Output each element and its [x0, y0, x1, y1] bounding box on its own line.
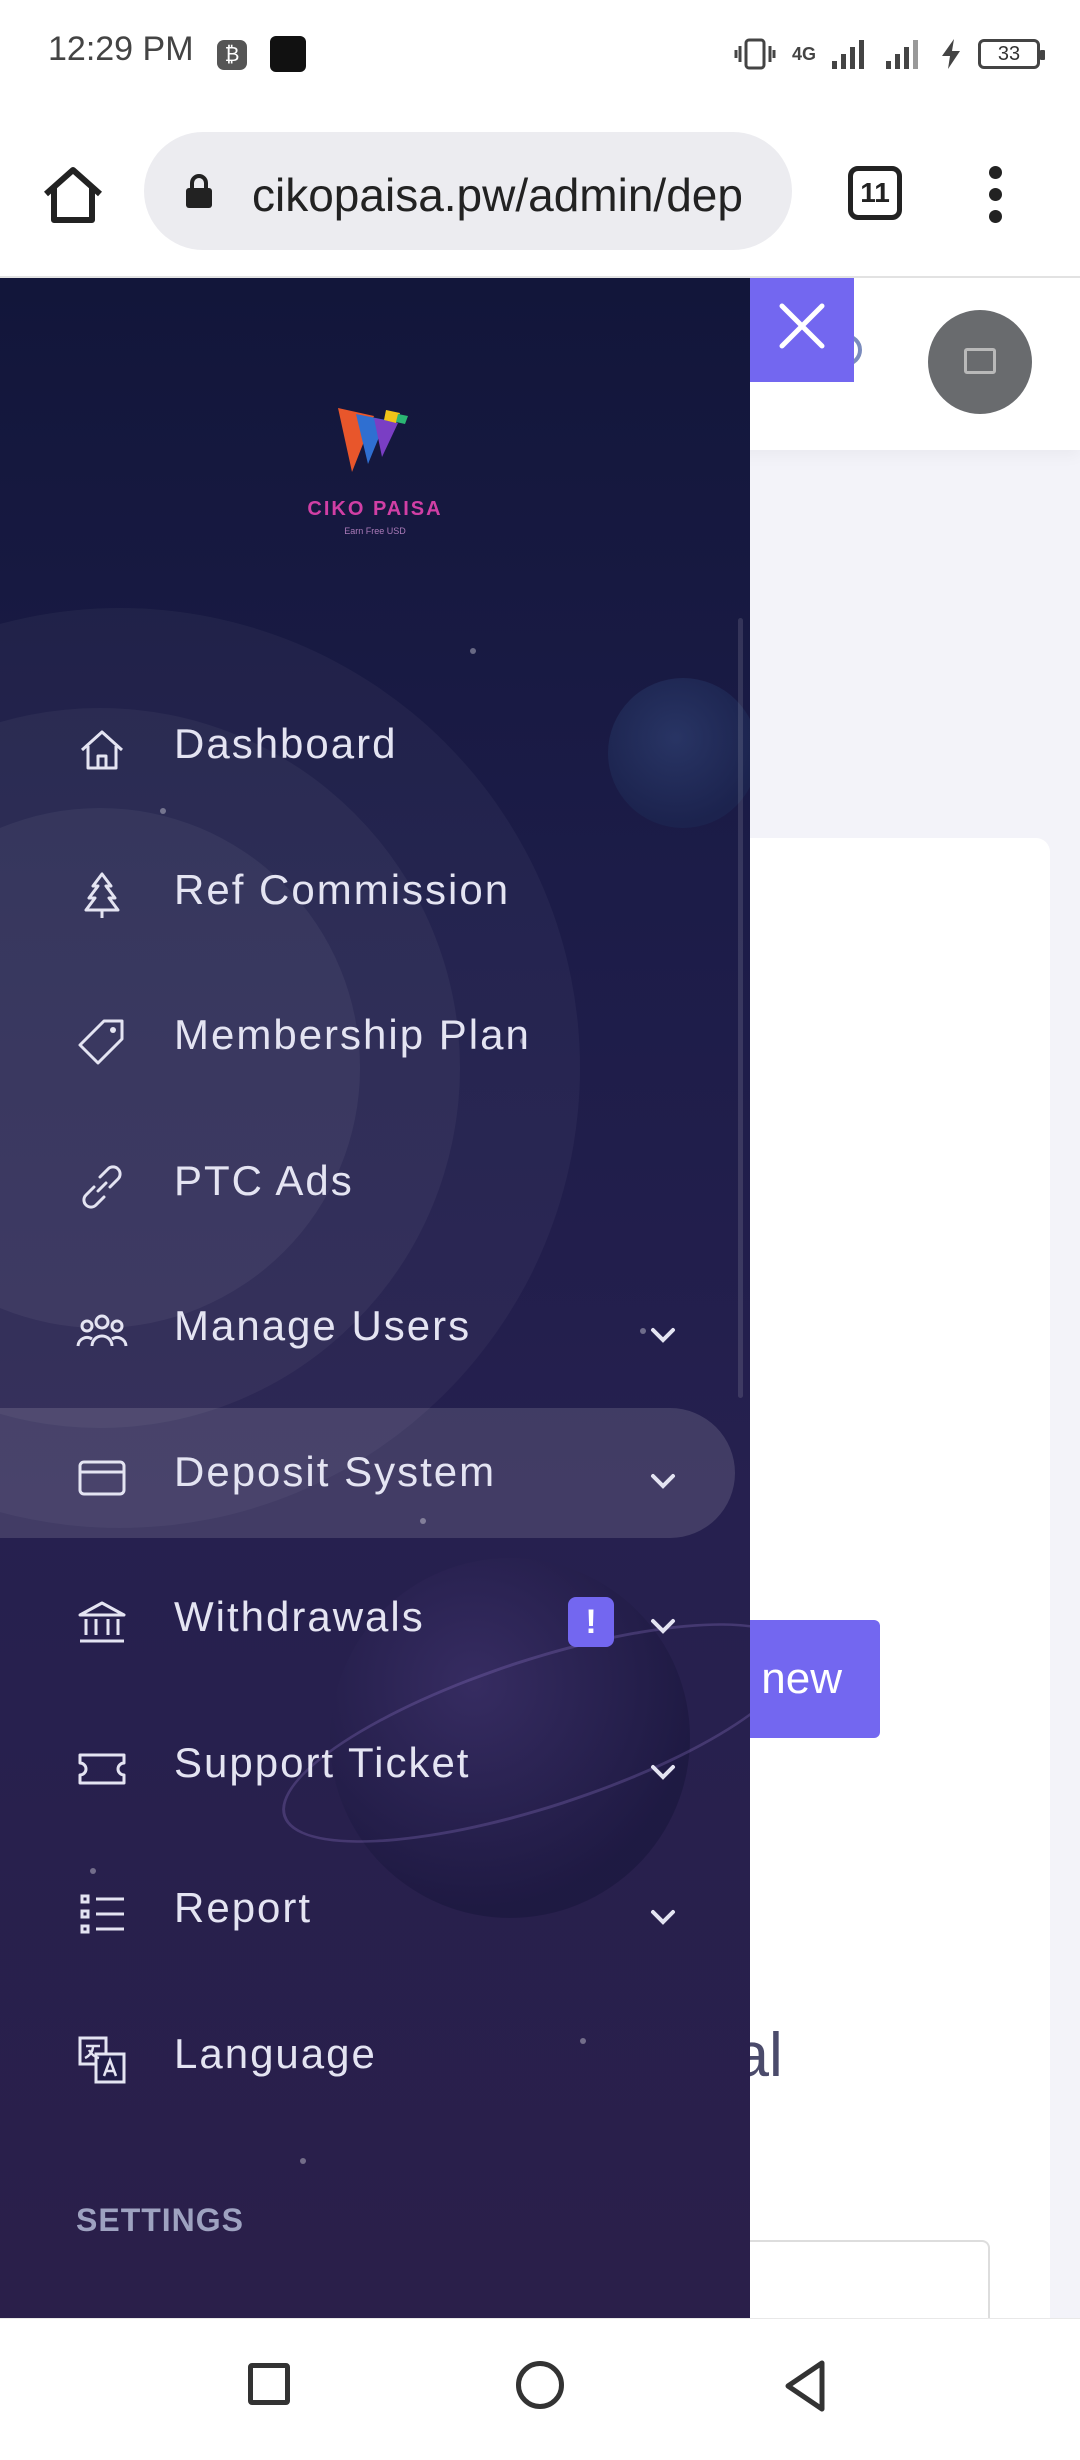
sidebar-item-label: Manage Users [174, 1302, 472, 1349]
back-button[interactable] [782, 2359, 828, 2413]
sidebar-section-title: SETTINGS [76, 2202, 245, 2238]
sidebar-item-ref-commission[interactable]: Ref Commission [0, 826, 750, 956]
decor-star [300, 2158, 306, 2164]
sidebar-item-deposit-system[interactable]: Deposit System [0, 1408, 735, 1538]
url-text: cikopaisa.pw/admin/dep [252, 169, 743, 221]
battery-indicator: 33 [978, 39, 1045, 69]
credit-card-icon [78, 1460, 126, 1496]
home-icon[interactable] [38, 160, 108, 230]
sidebar-item-ptc-ads[interactable]: PTC Ads [0, 1117, 750, 1247]
sidebar-item-language[interactable]: Language [0, 1990, 750, 2120]
vibrate-icon [734, 38, 776, 70]
tab-switcher-button[interactable]: 11 [848, 166, 902, 220]
sidebar-item-support-ticket[interactable]: Support Ticket [0, 1699, 750, 1829]
screen: 12:29 PM ₿ 4G 33 cikopaisa.pw/admin/dep … [0, 0, 1080, 2460]
close-icon [779, 303, 825, 349]
close-sidebar-button[interactable] [750, 278, 854, 382]
network-type: 4G [791, 43, 816, 64]
sidebar-item-label: Deposit System [174, 1448, 497, 1495]
app-notification-icon: ₿ [217, 40, 247, 70]
more-menu-icon[interactable] [980, 166, 1010, 226]
signal-icon-2 [886, 40, 918, 69]
link-icon [82, 1165, 122, 1209]
image-placeholder-icon [964, 348, 996, 374]
charging-icon [942, 39, 960, 69]
sidebar-item-dashboard[interactable]: Dashboard [0, 680, 750, 810]
sidebar-item-label: PTC Ads [174, 1157, 354, 1204]
translate-icon [78, 2036, 126, 2084]
sidebar-item-label: Dashboard [174, 720, 398, 767]
avatar[interactable] [928, 310, 1032, 414]
sidebar-item-label: Membership Plan [174, 1011, 531, 1058]
lock-icon [186, 174, 212, 208]
ticket-icon [78, 1753, 126, 1785]
sidebar-item-membership-plan[interactable]: Membership Plan [0, 971, 750, 1101]
bank-icon [78, 1601, 126, 1643]
sidebar-item-label: Report [174, 1884, 313, 1931]
status-bar: 12:29 PM ₿ 4G 33 [0, 0, 1080, 110]
sidebar-item-report[interactable]: Report [0, 1844, 750, 1974]
sidebar: CIKO PAISA Earn Free USD Dashboard Ref C… [0, 278, 750, 2318]
sidebar-item-manage-users[interactable]: Manage Users [0, 1262, 750, 1392]
home-button[interactable] [516, 2361, 564, 2409]
tree-icon [84, 872, 120, 918]
status-icons: 4G 33 [734, 32, 1045, 76]
content-card [700, 838, 1050, 2318]
chevron-down-icon [651, 1328, 675, 1343]
alert-badge: ! [568, 1597, 614, 1647]
sidebar-item-label: Language [174, 2030, 377, 2077]
logo-text: CIKO PAISA [307, 498, 443, 520]
chevron-down-icon [651, 1765, 675, 1780]
decor-star [470, 648, 476, 654]
sidebar-item-withdrawals[interactable]: Withdrawals ! [0, 1553, 750, 1683]
sidebar-item-label: Support Ticket [174, 1739, 471, 1786]
home-icon [80, 730, 124, 770]
chevron-down-icon [651, 1619, 675, 1634]
signal-icon [832, 40, 864, 69]
recent-apps-button[interactable] [248, 2363, 290, 2405]
system-navigation-bar [0, 2318, 1080, 2460]
sidebar-item-label: Withdrawals [174, 1593, 425, 1640]
status-time: 12:29 PM [48, 30, 194, 68]
users-icon [76, 1314, 128, 1347]
sidebar-item-label: Ref Commission [174, 866, 511, 913]
address-bar[interactable]: cikopaisa.pw/admin/dep [144, 132, 792, 250]
chevron-down-icon [651, 1910, 675, 1925]
list-icon [80, 1894, 124, 1934]
browser-toolbar: cikopaisa.pw/admin/dep 11 [0, 110, 1080, 278]
tag-icon [78, 1019, 124, 1065]
logo-tagline: Earn Free USD [344, 526, 406, 536]
chevron-down-icon [651, 1474, 675, 1489]
app-notification-icon-2 [270, 36, 306, 72]
